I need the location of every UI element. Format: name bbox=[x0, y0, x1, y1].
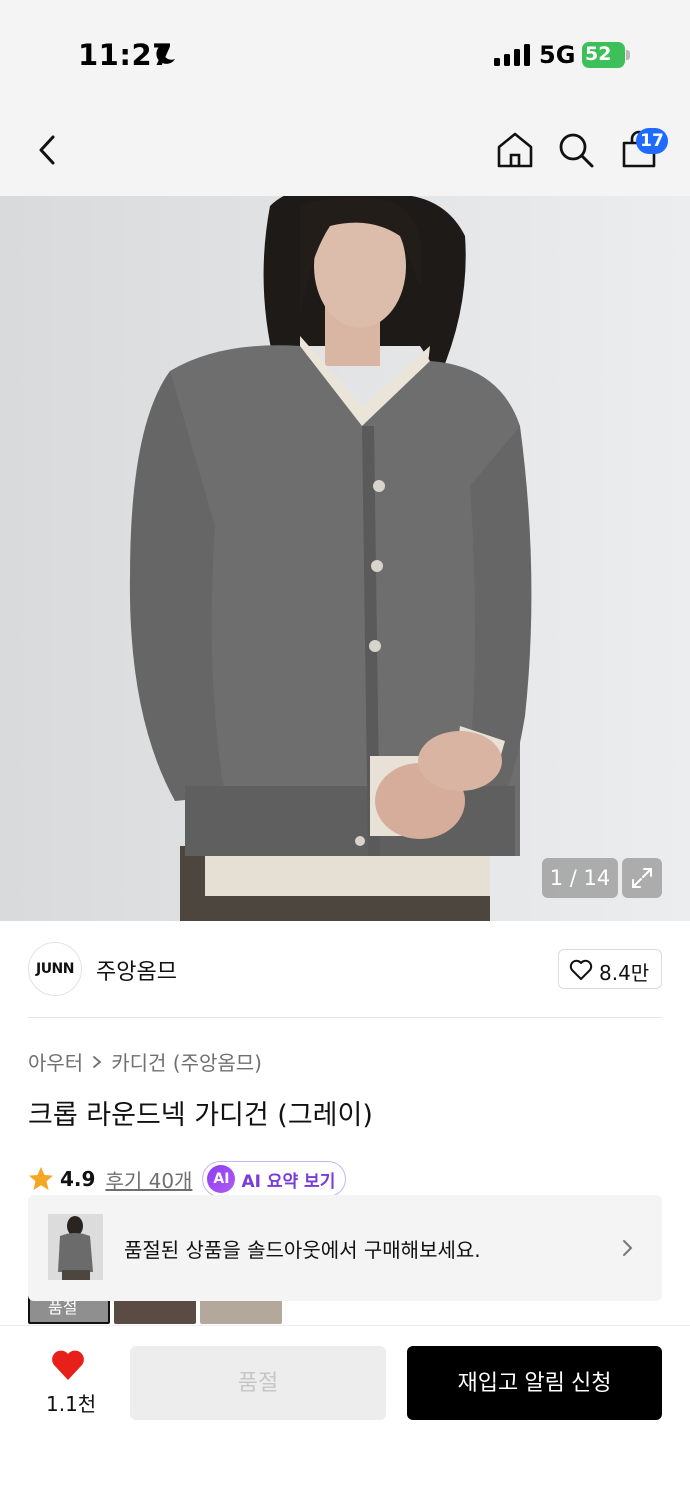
nav-bar bbox=[0, 104, 690, 196]
back-icon[interactable] bbox=[27, 129, 69, 171]
review-link[interactable]: 후기 40개 bbox=[105, 1165, 192, 1194]
breadcrumb: 아우터 카디건 (주앙옴므) bbox=[28, 1047, 262, 1076]
ai-summary-button[interactable]: AI AI 요약 보기 bbox=[202, 1161, 347, 1197]
home-icon[interactable] bbox=[494, 129, 536, 171]
battery-icon: 52 bbox=[582, 42, 630, 68]
divider bbox=[28, 1017, 662, 1018]
network-type: 5G bbox=[539, 41, 576, 69]
ai-icon: AI bbox=[207, 1165, 236, 1193]
status-bar: 11:27 5G 52 bbox=[0, 0, 690, 104]
expand-image-button[interactable] bbox=[622, 858, 662, 898]
product-title: 크롭 라운드넥 가디건 (그레이) bbox=[28, 1100, 373, 1131]
heart-outline-icon bbox=[569, 959, 593, 980]
ai-summary-label: AI 요약 보기 bbox=[241, 1171, 336, 1192]
battery-level: 52 bbox=[585, 43, 612, 65]
heart-filled-icon[interactable] bbox=[50, 1348, 86, 1382]
rating-row: 4.9 후기 40개 AI AI 요약 보기 bbox=[28, 1161, 347, 1197]
brand-like-count: 8.4만 bbox=[599, 961, 650, 985]
breadcrumb-outer[interactable]: 아우터 bbox=[28, 1047, 83, 1076]
breadcrumb-cardigan[interactable]: 카디건 (주앙옴므) bbox=[111, 1047, 262, 1076]
brand-name[interactable]: 주앙옴므 bbox=[96, 954, 177, 986]
brand-like-button[interactable]: 8.4만 bbox=[558, 949, 662, 989]
soldout-product-thumbnail bbox=[48, 1214, 103, 1280]
product-photo bbox=[0, 196, 690, 921]
soldout-banner-text: 품절된 상품을 솔드아웃에서 구매해보세요. bbox=[124, 1238, 481, 1262]
signal-icon bbox=[494, 44, 530, 66]
brand-logo[interactable]: JUNN bbox=[28, 942, 82, 996]
soldout-banner[interactable]: 품절된 상품을 솔드아웃에서 구매해보세요. bbox=[28, 1195, 662, 1301]
soldout-button: 품절 bbox=[130, 1346, 386, 1420]
restock-alert-button[interactable]: 재입고 알림 신청 bbox=[407, 1346, 662, 1420]
cart-count-badge: 17 bbox=[636, 128, 668, 154]
chevron-right-icon bbox=[93, 1055, 102, 1068]
expand-icon bbox=[632, 868, 652, 888]
product-image[interactable] bbox=[0, 196, 690, 921]
moon-icon bbox=[156, 43, 175, 64]
rating-score: 4.9 bbox=[60, 1167, 96, 1191]
image-counter: 1 / 14 bbox=[542, 858, 618, 898]
chevron-right-icon bbox=[623, 1240, 633, 1256]
star-icon bbox=[29, 1167, 53, 1190]
search-icon[interactable] bbox=[555, 129, 597, 171]
wish-count: 1.1천 bbox=[46, 1392, 97, 1416]
